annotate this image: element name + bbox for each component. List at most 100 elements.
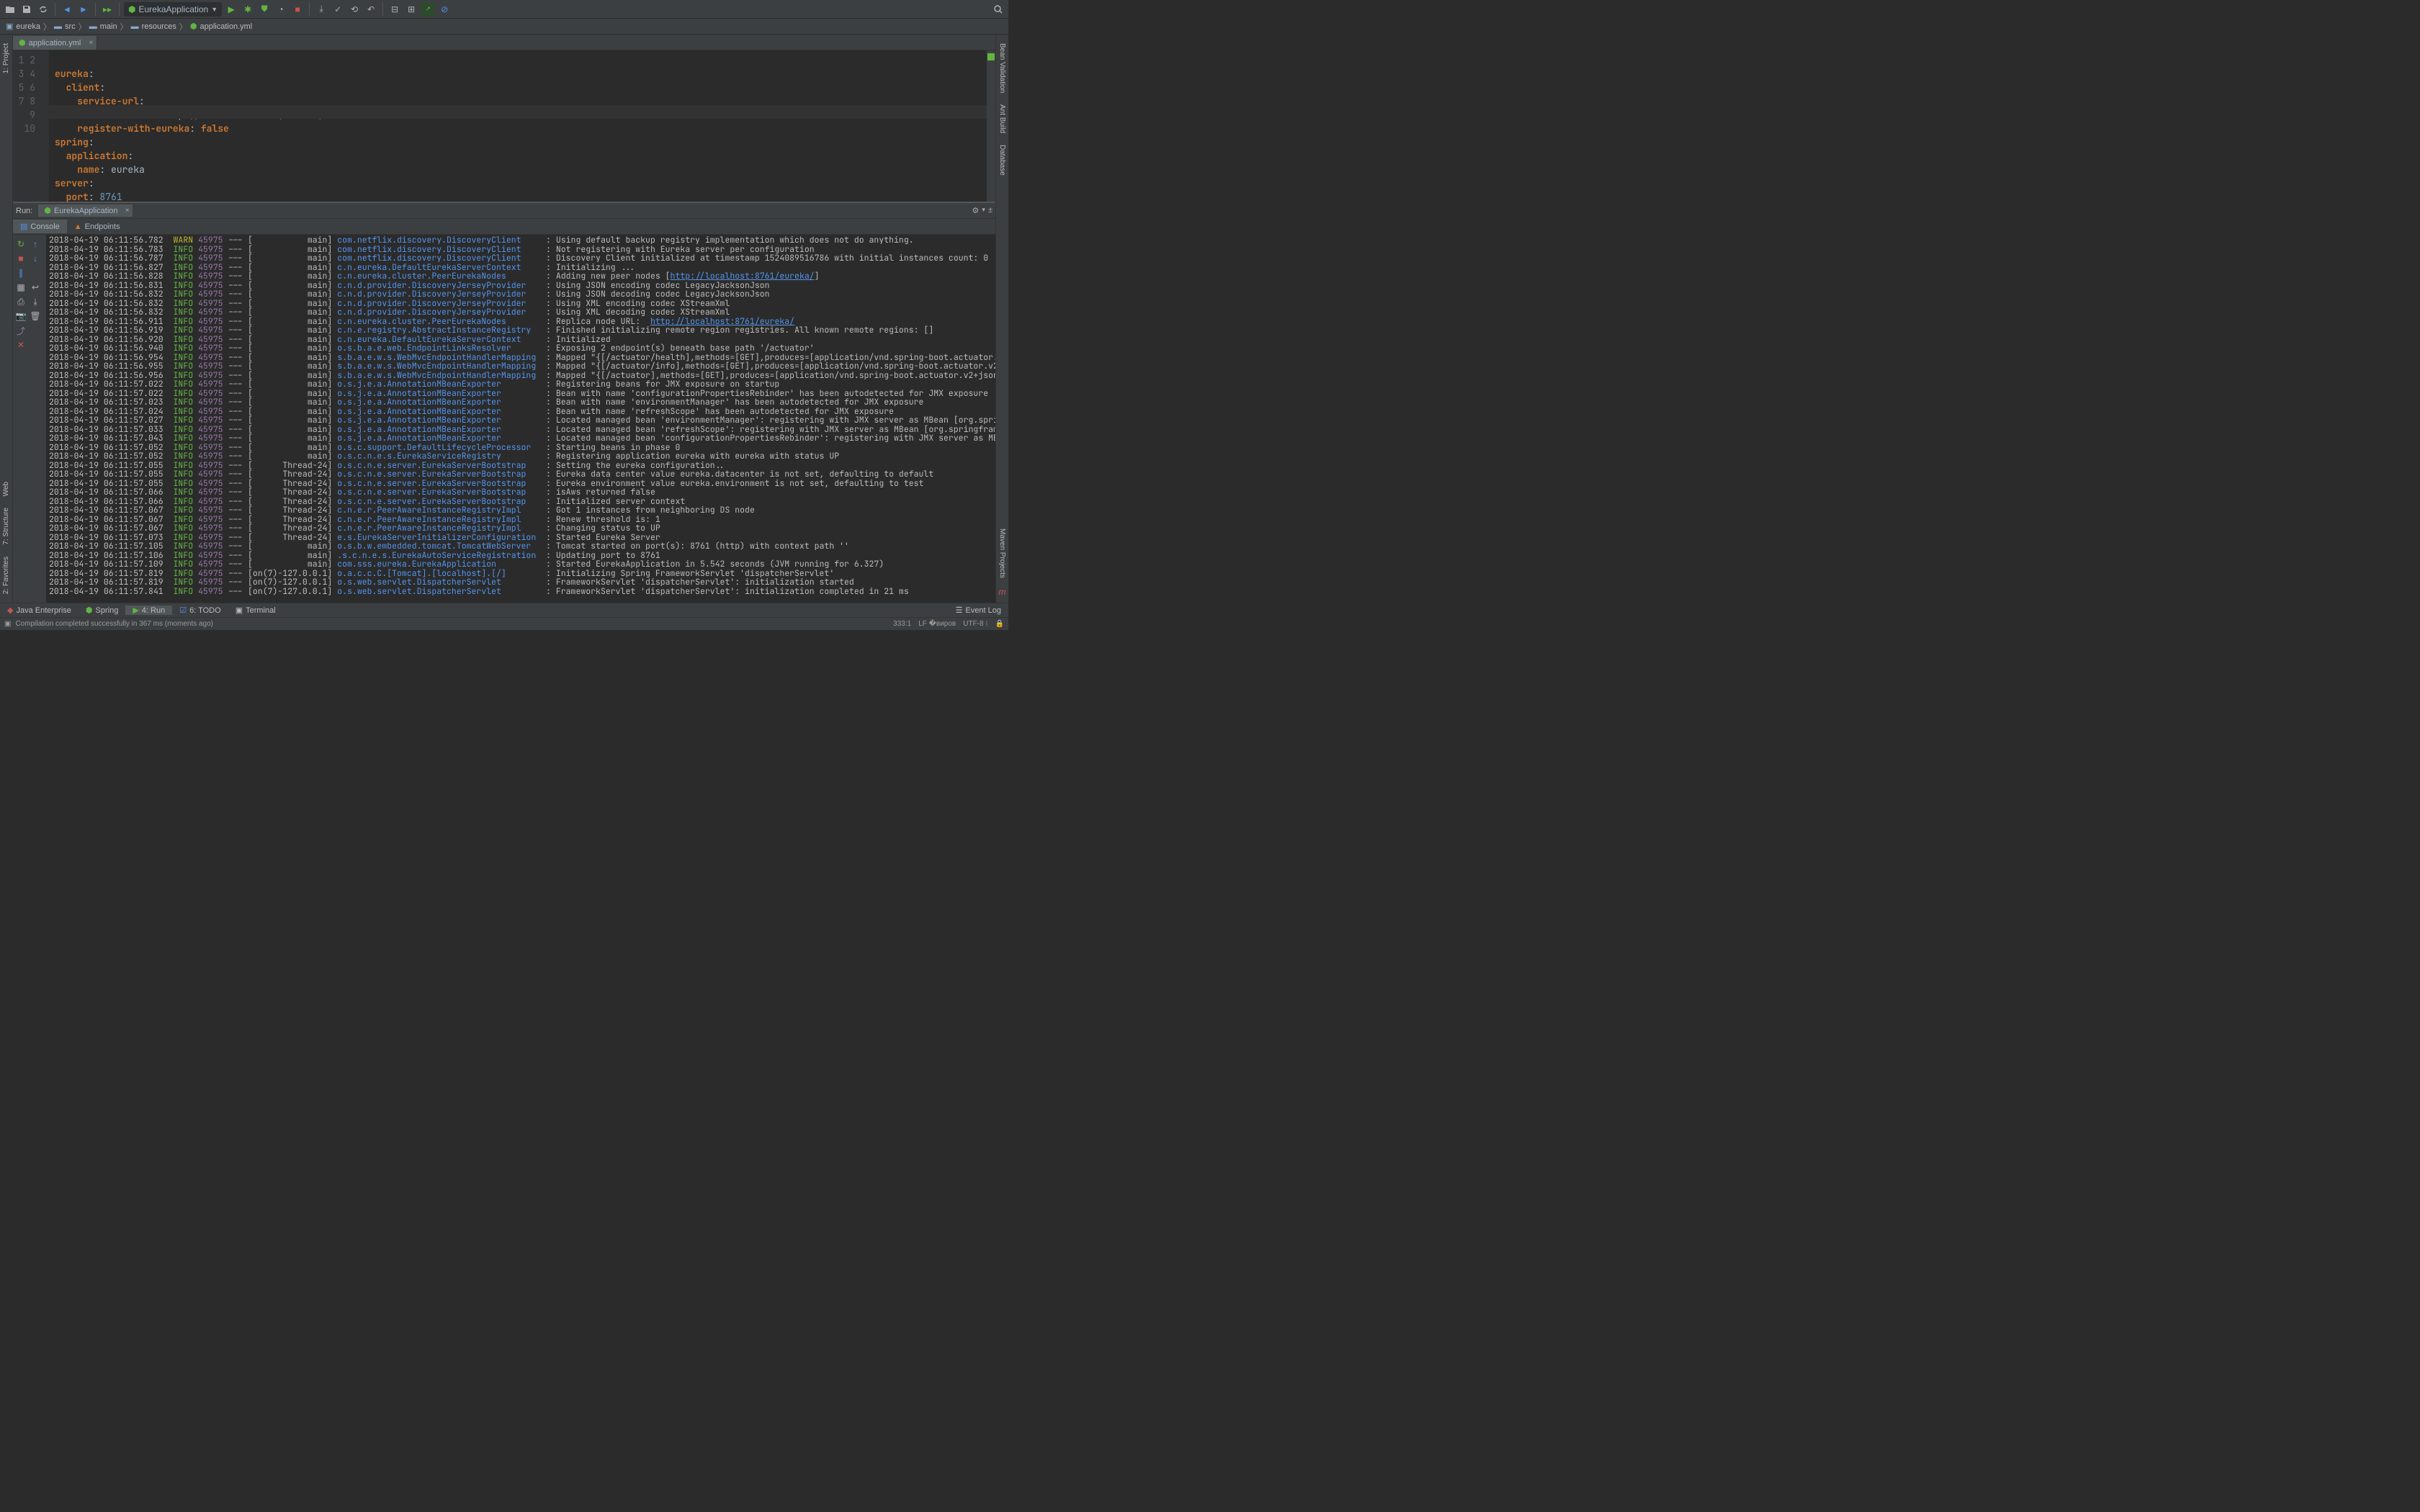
run-header: Run: ⬢ EurekaApplication × ⚙▾ ± [13,203,995,219]
run-icon[interactable]: ▶ [224,2,238,17]
close-icon[interactable]: × [125,207,130,215]
run-tool-window: Run: ⬢ EurekaApplication × ⚙▾ ± ▤Console… [13,202,995,603]
console-wrap: ↻↑ ■↓ ∥ ▦↩ ⎙⤓ 📷🗑 ⤴ ✕ 2018-04-19 06:11:56… [13,235,995,603]
tool-database[interactable]: Database [998,142,1006,179]
vcs-update-icon[interactable]: ⤓ [314,2,328,17]
tool-maven[interactable]: Maven Projects [998,526,1006,581]
todo-icon: ☑ [179,606,187,615]
forward-icon[interactable]: ► [76,2,91,17]
debug-icon[interactable]: ✱ [241,2,255,17]
http-icon[interactable]: ↗ [421,2,435,17]
terminal-icon: ▣ [236,606,243,615]
build-icon[interactable]: ▸▸ [100,2,115,17]
rerun-icon[interactable]: ↻ [14,238,27,251]
back-icon[interactable]: ◄ [60,2,74,17]
run-label: Run: [16,207,32,215]
line-separator[interactable]: LF �виров [918,620,956,628]
up-icon[interactable]: ↑ [29,238,42,251]
tool-ant-build[interactable]: Ant Build [998,102,1006,136]
encoding[interactable]: UTF-8 ⁝ [963,620,987,628]
console-toolbar: ↻↑ ■↓ ∥ ▦↩ ⎙⤓ 📷🗑 ⤴ ✕ [13,235,46,603]
tool-structure[interactable]: 7: Structure [2,505,10,548]
editor-wrap: ⬢ application.yml × 1 2 3 4 5 6 7 8 9 10… [13,35,995,603]
editor-tab-label: application.yml [29,39,81,48]
chevron-down-icon: ▼ [211,6,218,13]
error-stripe[interactable] [987,50,995,202]
editor-tab-bar: ⬢ application.yml × [13,35,995,50]
close-icon[interactable]: ✕ [14,338,27,351]
status-message: Compilation completed successfully in 36… [15,620,213,628]
breadcrumb-resources[interactable]: ▬resources [131,22,176,31]
vcs-revert-icon[interactable]: ↶ [364,2,378,17]
tab-java-enterprise[interactable]: ◆Java Enterprise [0,606,79,615]
main-area: 1: Project Web 7: Structure 2: Favorites… [0,35,1008,603]
breadcrumb: ▣eureka 〉 ▬src 〉 ▬main 〉 ▬resources 〉 ⬢a… [0,19,1008,35]
stop-icon[interactable]: ■ [290,2,305,17]
run-tab[interactable]: ⬢ EurekaApplication × [38,204,132,217]
tab-todo[interactable]: ☑6: TODO [172,606,228,615]
run-config-label: EurekaApplication [138,4,208,14]
log-line: 2018-04-19 06:11:57.841 INFO 45975 --- [… [49,588,992,597]
javaee-icon: ◆ [7,606,13,615]
inspection-indicator [987,53,995,60]
endpoints-icon: ▲ [74,222,82,231]
down-icon[interactable]: ↓ [29,252,42,265]
caret-position[interactable]: 333:1 [893,620,911,628]
breadcrumb-src[interactable]: ▬src [54,22,76,31]
code-content[interactable]: eureka: client: service-url: defaultZone… [49,50,987,202]
breadcrumb-main[interactable]: ▬main [89,22,117,31]
forbid-icon[interactable]: ⊘ [437,2,452,17]
spring-icon: ⬢ [44,206,51,215]
stop-icon[interactable]: ■ [14,252,27,265]
coverage-icon[interactable]: ⛊ [257,2,272,17]
maven-m-icon[interactable]: m [999,587,1006,597]
code-editor[interactable]: 1 2 3 4 5 6 7 8 9 10 eureka: client: ser… [13,50,995,202]
toggle-tool-windows-icon[interactable]: ▣ [4,620,11,628]
save-all-icon[interactable] [19,2,34,17]
layout-icon[interactable]: ▦ [14,281,27,294]
vcs-history-icon[interactable]: ⟲ [347,2,362,17]
profile-icon[interactable]: ◔ [274,2,288,17]
tool-project[interactable]: 1: Project [2,40,10,76]
tool-favorites[interactable]: 2: Favorites [2,554,10,597]
yml-icon: ⬢ [19,38,26,48]
editor-split: 1 2 3 4 5 6 7 8 9 10 eureka: client: ser… [13,50,995,603]
tab-event-log[interactable]: ☰Event Log [949,606,1008,615]
pause-icon[interactable]: ∥ [14,266,27,279]
run-header-actions: ⚙▾ ± [972,206,992,215]
clear-icon[interactable]: 🗑 [29,310,42,323]
console-output[interactable]: 2018-04-19 06:11:56.782 WARN 45975 --- [… [46,235,995,603]
dump-icon[interactable]: 📷 [14,310,27,323]
run-configuration-selector[interactable]: ⬢ EurekaApplication ▼ [124,2,222,17]
wrap-icon[interactable]: ↩ [29,281,42,294]
editor-tab[interactable]: ⬢ application.yml × [13,36,97,50]
search-icon[interactable] [991,2,1005,17]
open-icon[interactable] [3,2,17,17]
sync-icon[interactable] [36,2,50,17]
module-icon: ▣ [6,22,13,31]
line-gutter: 1 2 3 4 5 6 7 8 9 10 [13,50,49,202]
endpoints-tab[interactable]: ▲Endpoints [67,220,127,233]
lock-icon[interactable]: 🔒 [995,620,1004,628]
folder-icon: ▬ [54,22,62,31]
scroll-icon[interactable]: ⤓ [29,295,42,308]
console-tab[interactable]: ▤Console [13,220,67,233]
services-icon[interactable]: ⊞ [404,2,418,17]
vcs-commit-icon[interactable]: ✓ [331,2,345,17]
tab-run[interactable]: ▶4: Run [125,606,172,615]
breadcrumb-file[interactable]: ⬢application.yml [190,22,252,31]
tab-spring[interactable]: ⬢Spring [79,606,125,615]
minimize-icon[interactable]: ± [988,206,992,215]
tab-terminal[interactable]: ▣Terminal [228,606,283,615]
spring-icon: ⬢ [128,4,135,14]
structure-icon[interactable]: ⊟ [387,2,402,17]
tool-bean-validation[interactable]: Bean Validation [998,40,1006,96]
gear-icon[interactable]: ⚙ [972,206,980,215]
left-tool-strip: 1: Project Web 7: Structure 2: Favorites [0,35,13,603]
breadcrumb-root[interactable]: ▣eureka [6,22,40,31]
folder-icon: ▬ [89,22,97,31]
exit-icon[interactable]: ⤴ [14,324,27,337]
print-icon[interactable]: ⎙ [14,295,27,308]
tool-web[interactable]: Web [2,479,10,499]
close-icon[interactable]: × [89,39,94,47]
